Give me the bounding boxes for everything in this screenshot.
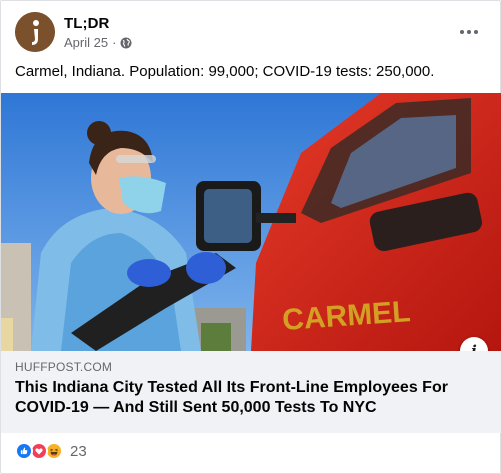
post-author[interactable]: TL;DR (64, 15, 110, 32)
link-preview-image[interactable]: CARMEL (1, 93, 501, 351)
link-title[interactable]: This Indiana City Tested All Its Front-L… (15, 378, 488, 418)
facebook-post: TL;DR April 25 · Carmel, Indiana. Popula… (0, 0, 501, 474)
like-icon (15, 442, 33, 460)
post-text: Carmel, Indiana. Population: 99,000; COV… (15, 63, 435, 80)
link-caption[interactable]: HUFFPOST.COM This Indiana City Tested Al… (1, 351, 501, 433)
meta-separator: · (112, 35, 117, 50)
reactions-summary[interactable]: 23 (15, 440, 87, 462)
more-options-button[interactable] (455, 20, 483, 44)
reaction-count: 23 (70, 442, 87, 460)
post-header: TL;DR April 25 · (15, 12, 487, 54)
globe-icon (120, 37, 132, 49)
more-dot (474, 30, 478, 34)
post-meta: April 25 · (64, 35, 132, 50)
more-dot (467, 30, 471, 34)
more-horizontal-icon (460, 30, 464, 34)
page-avatar[interactable] (15, 12, 55, 52)
post-date[interactable]: April 25 (64, 35, 108, 50)
link-preview[interactable]: CARMEL i HUFFPOST.COM This Indiana City … (1, 93, 501, 433)
link-domain: HUFFPOST.COM (15, 360, 113, 374)
